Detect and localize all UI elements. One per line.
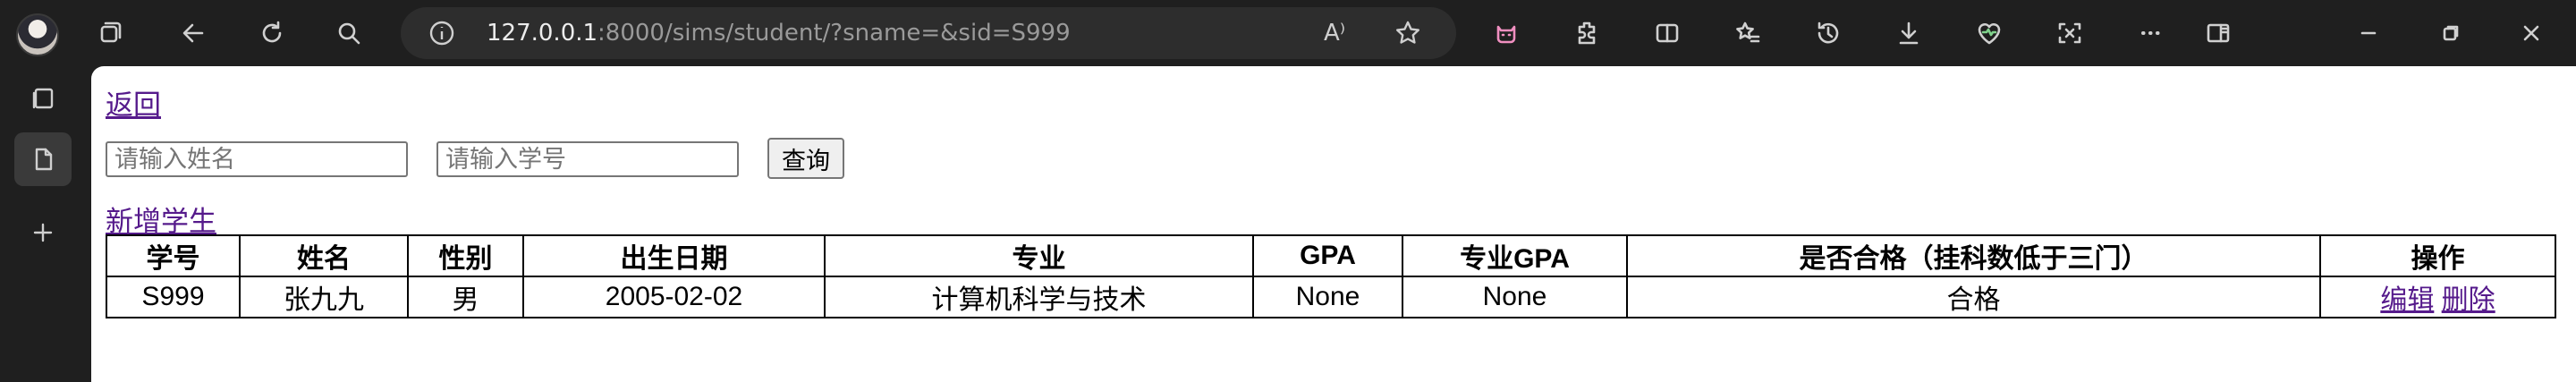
browser-essentials-icon[interactable]	[1968, 12, 2011, 55]
delete-link[interactable]: 删除	[2442, 285, 2496, 315]
new-tab-plus-icon[interactable]	[14, 206, 72, 259]
search-icon[interactable]	[327, 12, 370, 55]
header-birth-date: 出生日期	[522, 234, 826, 277]
favorites-icon[interactable]	[1726, 12, 1769, 55]
close-window-icon[interactable]	[2510, 12, 2553, 55]
add-student-link[interactable]: 新增学生	[106, 199, 216, 239]
header-gender: 性别	[407, 234, 524, 277]
active-tab-page-icon[interactable]	[14, 132, 72, 186]
site-info-icon[interactable]	[428, 19, 456, 47]
downloads-icon[interactable]	[1887, 12, 1930, 55]
student-table: 学号 姓名 性别 出生日期 专业 GPA 专业GPA 是否合格（挂科数低于三门）…	[106, 234, 2556, 318]
student-id-search-input[interactable]	[436, 141, 739, 177]
read-aloud-glyph: A⁾	[1324, 20, 1346, 47]
cell-birth-date: 2005-02-02	[522, 276, 826, 318]
vertical-tab-strip	[0, 66, 91, 382]
edit-link[interactable]: 编辑	[2380, 285, 2434, 315]
cell-student-id: S999	[106, 276, 241, 318]
screenshot-icon[interactable]	[2048, 12, 2091, 55]
header-gpa: GPA	[1252, 234, 1403, 277]
sidebar-toggle-icon[interactable]	[2197, 12, 2240, 55]
history-icon[interactable]	[1807, 12, 1850, 55]
url-text[interactable]: 127.0.0.1:8000/sims/student/?sname=&sid=…	[487, 7, 1071, 59]
back-link[interactable]: 返回	[106, 82, 161, 123]
cell-gender: 男	[407, 276, 524, 318]
cell-name: 张九九	[239, 276, 409, 318]
extensions-puzzle-icon[interactable]	[1565, 12, 1608, 55]
minimize-icon[interactable]	[2347, 12, 2390, 55]
header-name: 姓名	[239, 234, 409, 277]
address-bar[interactable]: 127.0.0.1:8000/sims/student/?sname=&sid=…	[401, 7, 1456, 59]
page-content: 返回 查询 新增学生 学号 姓名 性别 出生日期 专业 GPA 专业GPA	[91, 66, 2576, 382]
workspaces-icon[interactable]	[89, 12, 132, 55]
cell-gpa: None	[1252, 276, 1403, 318]
cell-actions: 编辑 删除	[2319, 276, 2556, 318]
favorite-star-icon[interactable]	[1394, 19, 1422, 47]
header-qualified: 是否合格（挂科数低于三门）	[1626, 234, 2321, 277]
profile-avatar[interactable]	[16, 13, 59, 56]
name-search-input[interactable]	[106, 141, 408, 177]
cat-extension-icon[interactable]	[1485, 12, 1528, 55]
header-actions: 操作	[2319, 234, 2556, 277]
header-student-id: 学号	[106, 234, 241, 277]
cell-major: 计算机科学与技术	[824, 276, 1254, 318]
refresh-icon[interactable]	[250, 12, 293, 55]
more-menu-icon[interactable]	[2129, 12, 2172, 55]
restore-icon[interactable]	[2429, 12, 2472, 55]
query-button[interactable]: 查询	[767, 138, 844, 179]
table-row: S999 张九九 男 2005-02-02 计算机科学与技术 None None…	[106, 276, 2556, 318]
header-major-gpa: 专业GPA	[1402, 234, 1628, 277]
read-aloud-icon[interactable]: A⁾	[1324, 19, 1352, 47]
browser-toolbar: 127.0.0.1:8000/sims/student/?sname=&sid=…	[0, 0, 2576, 66]
back-arrow-icon[interactable]	[172, 12, 215, 55]
table-header-row: 学号 姓名 性别 出生日期 专业 GPA 专业GPA 是否合格（挂科数低于三门）…	[106, 234, 2556, 277]
header-major: 专业	[824, 234, 1254, 277]
tab-actions-icon[interactable]	[14, 72, 72, 125]
url-path: :8000/sims/student/?sname=&sid=S999	[597, 20, 1071, 47]
split-screen-icon[interactable]	[1646, 12, 1689, 55]
cell-major-gpa: None	[1402, 276, 1628, 318]
cell-qualified: 合格	[1626, 276, 2321, 318]
url-host: 127.0.0.1	[487, 20, 598, 47]
